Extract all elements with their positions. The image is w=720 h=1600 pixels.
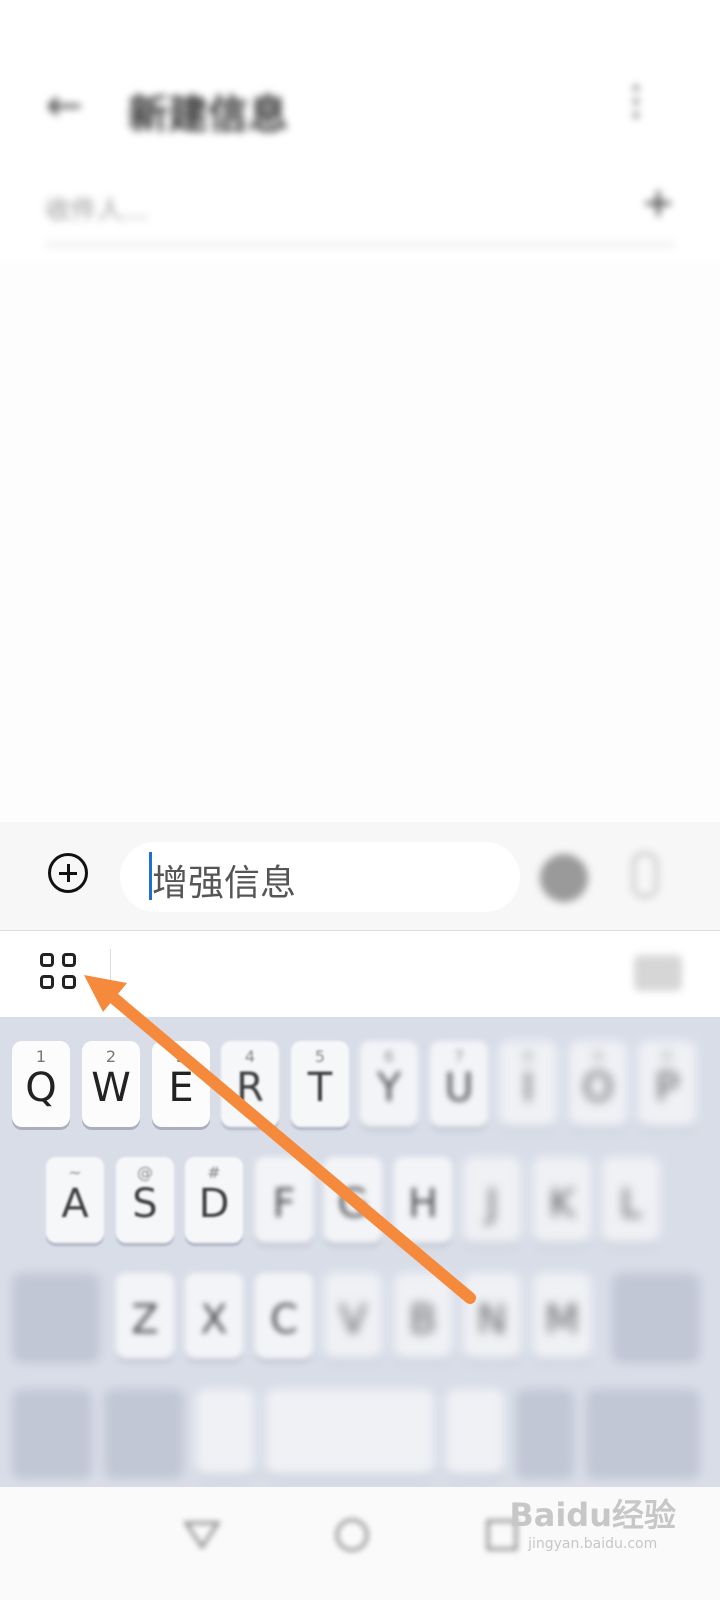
key-l[interactable]: L: [602, 1157, 660, 1243]
message-area: [0, 260, 720, 820]
key-c[interactable]: C: [255, 1273, 313, 1359]
keyboard: 1Q 2W 3E 4R 5T 6Y 7U 8I 9O 0P ~ A @ S # D F…: [0, 1017, 720, 1487]
emoji-key[interactable]: [516, 1389, 574, 1475]
add-contact-icon[interactable]: +: [641, 180, 675, 226]
space-key[interactable]: [266, 1389, 434, 1475]
key-p[interactable]: 0P: [638, 1041, 696, 1127]
key-f[interactable]: F: [255, 1157, 313, 1243]
key-x[interactable]: X: [185, 1273, 243, 1359]
key-a[interactable]: ~ A: [46, 1157, 104, 1243]
keyboard-toolbar: [0, 931, 720, 1017]
app-header: ← 新建信息 ⋮: [0, 60, 720, 150]
comma-key[interactable]: [196, 1389, 254, 1475]
toolbar-divider: [110, 949, 111, 999]
baidu-watermark-logo: Baidu经验 jingyan.baidu.com: [509, 1496, 676, 1552]
key-z[interactable]: Z: [116, 1273, 174, 1359]
key-g[interactable]: G: [324, 1157, 382, 1243]
key-b[interactable]: B: [394, 1273, 452, 1359]
key-j[interactable]: J: [463, 1157, 521, 1243]
microphone-icon[interactable]: [632, 852, 658, 898]
message-text: 增强信息: [152, 863, 297, 904]
hide-keyboard-icon[interactable]: [634, 955, 682, 991]
key-k[interactable]: K: [533, 1157, 591, 1243]
key-e[interactable]: 3E: [152, 1041, 210, 1127]
key-r[interactable]: 4R: [221, 1041, 279, 1127]
shift-key[interactable]: [12, 1273, 100, 1359]
keyboard-apps-grid-icon[interactable]: [40, 953, 80, 993]
key-i[interactable]: 8I: [499, 1041, 557, 1127]
page-title: 新建信息: [128, 92, 288, 138]
send-button[interactable]: [540, 854, 588, 902]
recipient-row[interactable]: 收件人... +: [45, 180, 675, 246]
key-v[interactable]: V: [324, 1273, 382, 1359]
back-arrow-icon[interactable]: ←: [46, 80, 83, 131]
enter-key[interactable]: [586, 1389, 700, 1475]
backspace-key[interactable]: [612, 1273, 700, 1359]
nav-home-icon[interactable]: [332, 1515, 372, 1555]
key-h[interactable]: H: [394, 1157, 452, 1243]
more-options-icon[interactable]: ⋮: [616, 78, 656, 124]
key-s[interactable]: @ S: [116, 1157, 174, 1243]
key-o[interactable]: 9O: [569, 1041, 627, 1127]
recipient-input[interactable]: 收件人...: [45, 190, 148, 227]
key-m[interactable]: M: [533, 1273, 591, 1359]
key-n[interactable]: N: [463, 1273, 521, 1359]
message-input[interactable]: 增强信息: [120, 842, 520, 912]
key-y[interactable]: 6Y: [360, 1041, 418, 1127]
message-composer: 增强信息: [0, 822, 720, 931]
key-d[interactable]: # D: [185, 1157, 243, 1243]
period-key[interactable]: [446, 1389, 504, 1475]
nav-back-icon[interactable]: [182, 1515, 222, 1555]
add-attachment-button[interactable]: [48, 853, 88, 893]
key-q[interactable]: 1Q: [12, 1041, 70, 1127]
key-u[interactable]: 7U: [430, 1041, 488, 1127]
status-bar: [0, 0, 720, 50]
key-t[interactable]: 5T: [291, 1041, 349, 1127]
symbols-key[interactable]: [12, 1389, 92, 1475]
language-key[interactable]: [104, 1389, 184, 1475]
key-w[interactable]: 2W: [82, 1041, 140, 1127]
